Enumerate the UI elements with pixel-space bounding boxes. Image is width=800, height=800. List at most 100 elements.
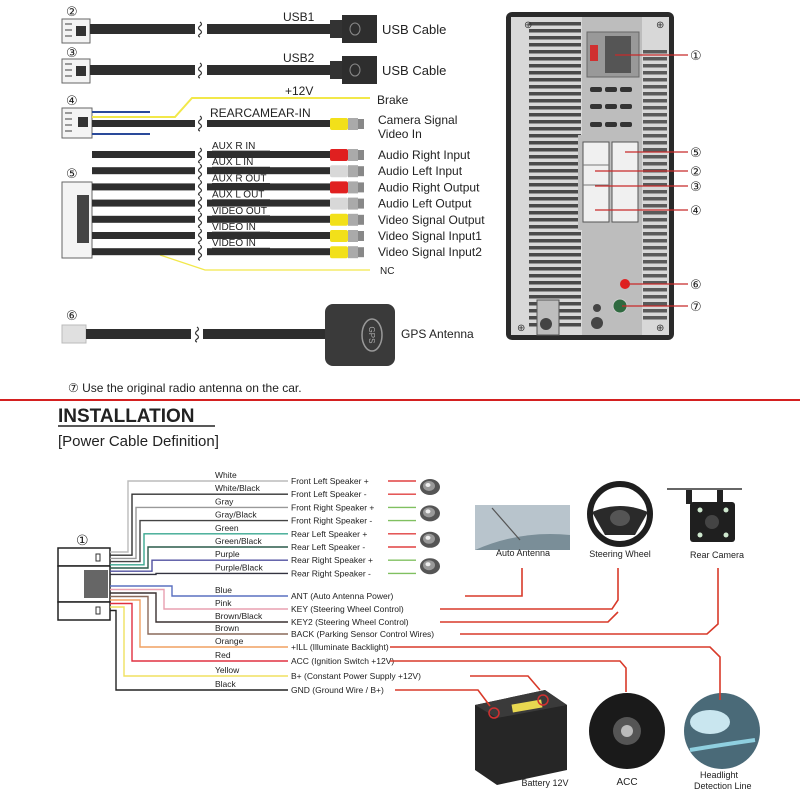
wire-function-label: Front Right Speaker +	[291, 502, 374, 512]
gps-label: GPS Antenna	[401, 327, 474, 341]
unit-callout-7: ⑦	[690, 300, 702, 315]
rca-plug-icon	[330, 230, 364, 242]
usb1-label: USB Cable	[382, 22, 446, 37]
wire-color-label: Gray/Black	[215, 510, 257, 520]
av-line-label: Video Signal Input2	[378, 245, 482, 259]
wire-function-label: +ILL (Illuminate Backlight)	[291, 642, 389, 652]
wire-color-label: Purple/Black	[215, 562, 263, 572]
av-line-label: Audio Right Input	[378, 148, 471, 162]
power-12v-tag: +12V	[285, 84, 313, 98]
auto-antenna-label: Auto Antenna	[496, 548, 550, 558]
rearcamera-tag: REARCAMEAR-IN	[210, 106, 311, 120]
rca-plug-yellow-icon	[330, 118, 364, 130]
unit-callout-2: ②	[690, 165, 702, 180]
wire-function-label: B+ (Constant Power Supply +12V)	[291, 671, 421, 681]
av-line-label: Audio Right Output	[378, 180, 480, 194]
wire-color-label: Gray	[215, 496, 234, 506]
rear-camera-label: Rear Camera	[690, 550, 744, 560]
rca-plug-icon	[330, 149, 364, 161]
av-line: AUX R IN Audio Right Input	[92, 141, 471, 164]
speaker-icon	[420, 558, 440, 575]
av-line-tag: VIDEO OUT	[212, 206, 267, 217]
av-line-tag: AUX L IN	[212, 157, 253, 168]
av-harness-cable: ⑤ NC AUX R IN Audio Right Input AUX L IN Au…	[61, 141, 485, 277]
callout-4: ④	[66, 94, 78, 109]
speaker-wire: Purple Rear Right Speaker +	[110, 549, 440, 575]
wire-function-label: ANT (Auto Antenna Power)	[291, 591, 394, 601]
wire-color-label: Pink	[215, 598, 232, 608]
usb1-cable: ② USB1 USB Cable	[61, 5, 446, 44]
unit-callout-4: ④	[690, 204, 702, 219]
speaker-wire: Gray Front Right Speaker +	[110, 496, 440, 560]
wire-color-label: White	[215, 470, 237, 480]
wire-color-label: Green	[215, 523, 239, 533]
nc-label: NC	[380, 266, 394, 277]
installation-title: INSTALLATION	[58, 406, 195, 427]
speaker-wire: Gray/Black Front Right Speaker -	[110, 510, 416, 563]
wire-function-label: ACC (Ignition Switch +12V)	[291, 656, 394, 666]
wiring-diagram: ② USB1 USB Cable ③ USB2 USB Cable ④ +12V…	[0, 5, 800, 791]
usb2-label: USB Cable	[382, 63, 446, 78]
camera-signal-label: Camera Signal	[378, 113, 457, 127]
gps-cable: ⑥ GPS GPS Antenna	[61, 304, 474, 366]
wire-function-label: KEY (Steering Wheel Control)	[291, 604, 404, 614]
rca-plug-icon	[330, 165, 364, 178]
svg-text:⊕: ⊕	[656, 323, 664, 334]
wire-function-label: Rear Right Speaker -	[291, 568, 371, 578]
wire-color-label: Brown	[215, 623, 239, 633]
av-line-label: Audio Left Input	[378, 164, 463, 178]
av-line-label: Video Signal Input1	[378, 229, 482, 243]
speaker-icon	[420, 479, 440, 495]
av-line-tag: VIDEO IN	[212, 222, 256, 233]
av-line-tag: AUX L OUT	[212, 190, 264, 201]
wire-color-label: Black	[215, 679, 237, 689]
callout-6: ⑥	[66, 309, 78, 324]
speaker-icon	[420, 505, 440, 522]
av-line-tag: AUX R IN	[212, 141, 255, 152]
rca-plug-icon	[330, 246, 364, 259]
steering-wheel-device: Steering Wheel	[587, 481, 653, 559]
wire-color-label: Green/Black	[215, 536, 263, 546]
wire-color-label: Purple	[215, 549, 240, 559]
wire-color-label: Yellow	[215, 665, 240, 675]
usb2-tag: USB2	[283, 51, 315, 65]
auto-antenna-device: Auto Antenna	[475, 505, 570, 558]
wire-color-label: Blue	[215, 585, 232, 595]
acc-label: ACC	[616, 777, 637, 788]
unit-callout-5: ⑤	[690, 146, 702, 161]
wire-function-label: Front Left Speaker +	[291, 476, 369, 486]
wire-function-label: Rear Left Speaker +	[291, 529, 367, 539]
headlight-device: Headlight Detection Line	[684, 693, 760, 791]
callout-2: ②	[66, 5, 78, 20]
av-line-tag: AUX R OUT	[212, 173, 266, 184]
rca-plug-icon	[330, 213, 364, 226]
steering-wheel-label: Steering Wheel	[589, 549, 651, 559]
gps-antenna-icon	[325, 304, 395, 366]
wire-color-label: White/Black	[215, 483, 261, 493]
wire-color-label: Orange	[215, 636, 244, 646]
usb1-tag: USB1	[283, 10, 315, 24]
speaker-icon	[420, 531, 440, 548]
speaker-wire: White Front Left Speaker +	[110, 470, 440, 553]
wire-function-label: Front Left Speaker -	[291, 489, 367, 499]
svg-text:⊕: ⊕	[524, 20, 532, 31]
camera-brake-cable: ④ +12V Brake REARCAMEAR-IN Camera Signal…	[61, 84, 457, 141]
av-line-label: Audio Left Output	[378, 197, 472, 211]
acc-device: ACC	[589, 693, 665, 788]
power-cable-subtitle: [Power Cable Definition]	[58, 433, 219, 450]
antenna-note: ⑦ Use the original radio antenna on the …	[68, 381, 302, 395]
usb2-cable: ③ USB2 USB Cable	[61, 46, 446, 84]
unit-callout-1: ①	[690, 49, 702, 64]
connector-icon	[61, 58, 91, 84]
detection-line-label: Detection Line	[694, 781, 752, 791]
brake-label: Brake	[377, 93, 409, 107]
device-routing-lines	[390, 568, 721, 707]
wire-color-label: Brown/Black	[215, 611, 263, 621]
svg-text:⊕: ⊕	[656, 20, 664, 31]
battery-label: Battery 12V	[521, 778, 568, 788]
unit-callout-6: ⑥	[690, 278, 702, 293]
callout-connector-1: ①	[76, 533, 89, 549]
wire-function-label: Rear Right Speaker +	[291, 555, 373, 565]
gps-badge: GPS	[367, 327, 376, 344]
svg-text:⊕: ⊕	[517, 323, 525, 334]
